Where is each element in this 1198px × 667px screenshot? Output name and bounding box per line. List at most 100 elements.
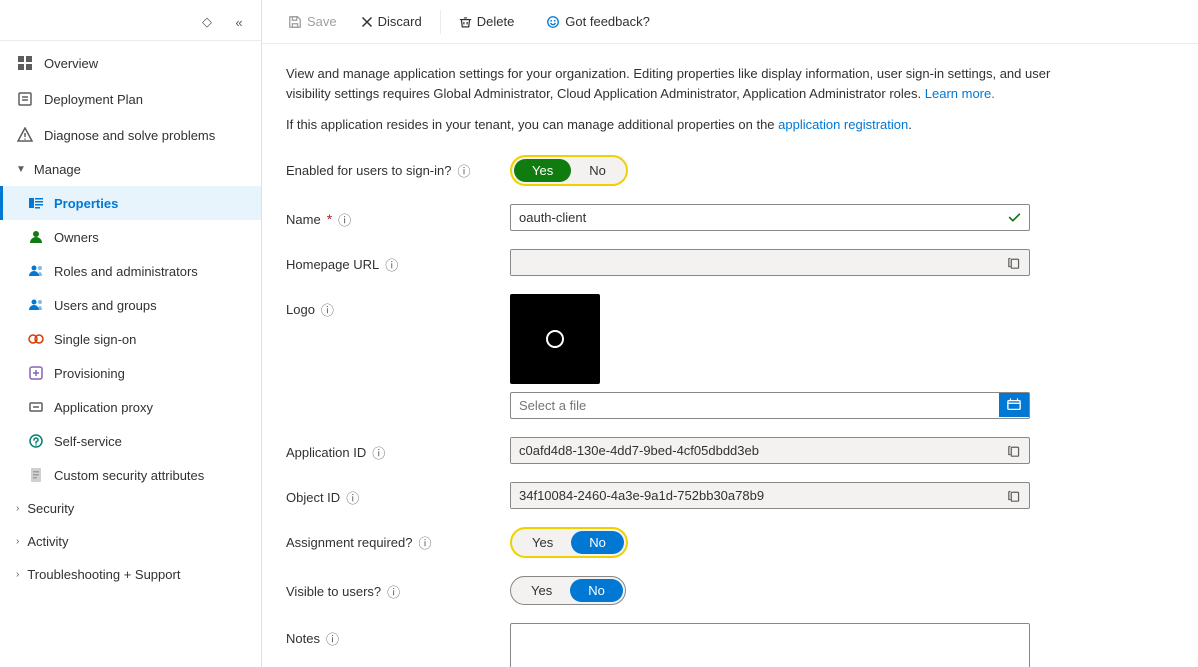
objectid-input[interactable] [511, 483, 1000, 508]
label-notes: Notes ⓘ [286, 623, 486, 648]
info-icon-assignment[interactable]: ⓘ [418, 533, 431, 552]
name-check-button[interactable] [1000, 206, 1029, 229]
sidebar-section-label: Manage [34, 162, 81, 177]
diagnose-icon [16, 126, 34, 144]
delete-button[interactable]: Delete [449, 9, 525, 34]
label-visible-to-users: Visible to users? ⓘ [286, 576, 486, 601]
sidebar-section-security[interactable]: › Security [0, 492, 261, 525]
sidebar-item-custom-security[interactable]: Custom security attributes [0, 458, 261, 492]
toggle-yes-option[interactable]: Yes [514, 159, 571, 182]
self-service-icon [28, 433, 44, 449]
file-select-wrapper [510, 392, 1030, 419]
info-icon-homepage[interactable]: ⓘ [385, 255, 398, 274]
name-input[interactable] [511, 205, 1000, 230]
file-select-input[interactable] [511, 393, 999, 418]
sidebar-item-self-service[interactable]: Self-service [0, 424, 261, 458]
sidebar: ◇ « Overview Deployment Plan [0, 0, 262, 667]
collapse-button[interactable]: « [225, 8, 253, 36]
objectid-copy-button[interactable] [1000, 484, 1029, 507]
sidebar-section-label: Troubleshooting + Support [27, 567, 180, 582]
info-icon-notes[interactable]: ⓘ [326, 629, 339, 648]
file-browse-button[interactable] [999, 393, 1029, 417]
sidebar-item-label: Single sign-on [54, 332, 136, 347]
sidebar-item-diagnose[interactable]: Diagnose and solve problems [0, 117, 261, 153]
custom-security-icon [28, 467, 44, 483]
sidebar-item-properties[interactable]: Properties [0, 186, 261, 220]
field-assignment-required: Assignment required? ⓘ Yes No [286, 527, 1174, 558]
sidebar-item-roles-admins[interactable]: Roles and administrators [0, 254, 261, 288]
roles-icon [28, 263, 44, 279]
sidebar-item-sso[interactable]: Single sign-on [0, 322, 261, 356]
app-registration-link[interactable]: application registration [778, 117, 908, 132]
deployment-icon [16, 90, 34, 108]
sidebar-section-troubleshooting[interactable]: › Troubleshooting + Support [0, 558, 261, 591]
save-button[interactable]: Save [278, 9, 347, 34]
sidebar-item-users-groups[interactable]: Users and groups [0, 288, 261, 322]
pin-button[interactable]: ◇ [193, 8, 221, 36]
toggle-yes-option[interactable]: Yes [513, 579, 570, 602]
label-enabled-for-users: Enabled for users to sign-in? ⓘ [286, 155, 486, 180]
toggle-yes-option[interactable]: Yes [514, 531, 571, 554]
control-visible-to-users: Yes No [510, 576, 1030, 605]
delete-icon [459, 15, 472, 29]
sidebar-item-deployment-plan[interactable]: Deployment Plan [0, 81, 261, 117]
field-notes: Notes ⓘ [286, 623, 1174, 667]
logo-preview [510, 294, 600, 384]
appid-input-wrapper [510, 437, 1030, 464]
feedback-button[interactable]: Got feedback? [536, 9, 660, 34]
toggle-enabled-for-users[interactable]: Yes No [510, 155, 628, 186]
sidebar-item-label: Properties [54, 196, 118, 211]
sidebar-item-label: Deployment Plan [44, 92, 143, 107]
feedback-icon [546, 15, 560, 29]
field-application-id: Application ID ⓘ [286, 437, 1174, 464]
notes-textarea[interactable] [510, 623, 1030, 667]
main-content: Save Discard Delete [262, 0, 1198, 667]
sidebar-item-app-proxy[interactable]: Application proxy [0, 390, 261, 424]
label-object-id: Object ID ⓘ [286, 482, 486, 507]
feedback-label: Got feedback? [565, 14, 650, 29]
sidebar-item-provisioning[interactable]: Provisioning [0, 356, 261, 390]
sidebar-section-label: Activity [27, 534, 68, 549]
sidebar-item-label: Owners [54, 230, 99, 245]
sidebar-section-label: Security [27, 501, 74, 516]
info-icon-logo[interactable]: ⓘ [321, 300, 334, 319]
toggle-no-option[interactable]: No [571, 531, 624, 554]
field-name: Name * ⓘ [286, 204, 1174, 231]
control-application-id [510, 437, 1030, 464]
sidebar-item-label: Users and groups [54, 298, 157, 313]
control-assignment-required: Yes No [510, 527, 1030, 558]
sidebar-item-label: Roles and administrators [54, 264, 198, 279]
users-icon [28, 297, 44, 313]
appid-input[interactable] [511, 438, 1000, 463]
sidebar-section-activity[interactable]: › Activity [0, 525, 261, 558]
label-application-id: Application ID ⓘ [286, 437, 486, 462]
sidebar-item-overview[interactable]: Overview [0, 45, 261, 81]
chevron-down-icon: ▼ [16, 164, 26, 175]
name-input-wrapper [510, 204, 1030, 231]
info-icon-appid[interactable]: ⓘ [372, 443, 385, 462]
homepage-input[interactable] [511, 250, 1000, 275]
info-icon-objectid[interactable]: ⓘ [346, 488, 359, 507]
toggle-assignment-required[interactable]: Yes No [510, 527, 628, 558]
sidebar-item-label: Custom security attributes [54, 468, 204, 483]
homepage-copy-button[interactable] [1000, 251, 1029, 274]
sidebar-item-label: Diagnose and solve problems [44, 128, 215, 143]
info-icon-name[interactable]: ⓘ [338, 210, 351, 229]
appid-copy-button[interactable] [1000, 439, 1029, 462]
sidebar-item-owners[interactable]: Owners [0, 220, 261, 254]
learn-more-link[interactable]: Learn more. [925, 86, 995, 101]
info-icon-visible[interactable]: ⓘ [387, 582, 400, 601]
field-visible-to-users: Visible to users? ⓘ Yes No [286, 576, 1174, 605]
control-logo [510, 294, 1030, 419]
toggle-no-option[interactable]: No [571, 159, 624, 182]
info-icon-enabled[interactable]: ⓘ [457, 161, 470, 180]
overview-icon [16, 54, 34, 72]
properties-icon [28, 195, 44, 211]
sidebar-section-manage[interactable]: ▼ Manage [0, 153, 261, 186]
discard-button[interactable]: Discard [351, 9, 432, 34]
toggle-no-option[interactable]: No [570, 579, 623, 602]
label-logo: Logo ⓘ [286, 294, 486, 319]
toggle-visible-to-users[interactable]: Yes No [510, 576, 626, 605]
app-proxy-icon [28, 399, 44, 415]
discard-label: Discard [378, 14, 422, 29]
